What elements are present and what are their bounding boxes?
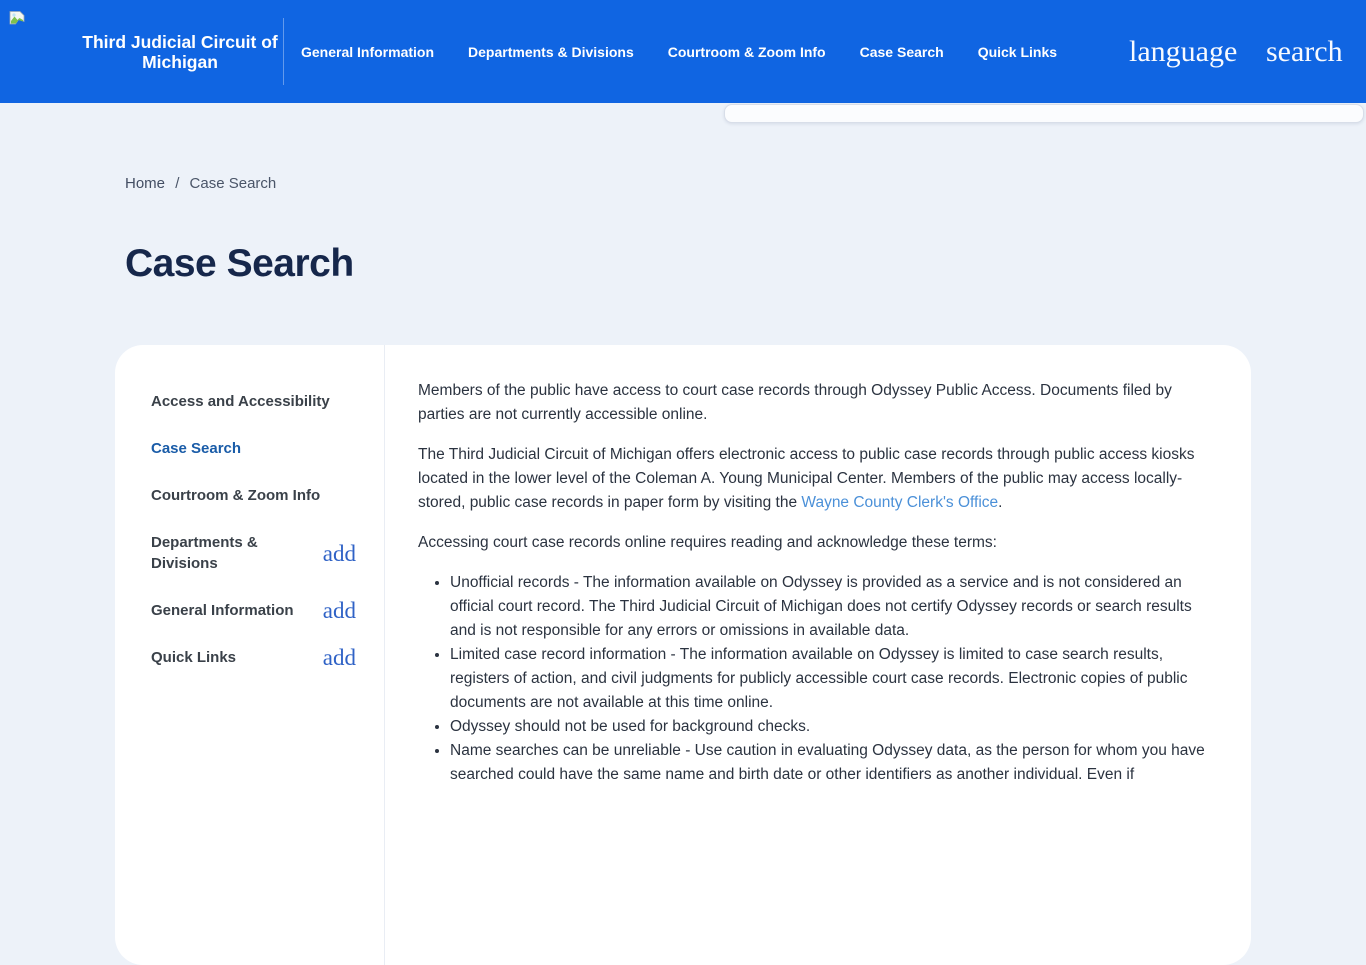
search-panel: [724, 104, 1364, 123]
sidebar-item-quick-links[interactable]: Quick Links add: [151, 647, 356, 668]
breadcrumb: Home / Case Search: [125, 175, 276, 192]
sidebar-item-access-accessibility[interactable]: Access and Accessibility: [151, 391, 356, 412]
term-name-searches: Name searches can be unreliable - Use ca…: [450, 739, 1221, 787]
terms-intro: Accessing court case records online requ…: [418, 531, 1221, 555]
kiosk-paragraph: The Third Judicial Circuit of Michigan o…: [418, 443, 1221, 515]
section-sidebar: Access and Accessibility Case Search Cou…: [115, 345, 385, 965]
broken-logo-image-icon[interactable]: [8, 10, 26, 28]
sidebar-item-label: Departments & Divisions: [151, 532, 306, 574]
sidebar-item-case-search[interactable]: Case Search: [151, 438, 356, 459]
breadcrumb-home-link[interactable]: Home: [125, 175, 165, 192]
term-limited-case-record: Limited case record information - The in…: [450, 643, 1221, 715]
header-divider: [283, 18, 284, 85]
sidebar-item-departments-divisions[interactable]: Departments & Divisions add: [151, 532, 356, 574]
terms-list: Unofficial records - The information ava…: [418, 571, 1221, 787]
kiosk-paragraph-period: .: [998, 494, 1002, 511]
nav-general-information[interactable]: General Information: [301, 44, 434, 60]
sidebar-item-label: Access and Accessibility: [151, 391, 330, 412]
site-title: Third Judicial Circuit of Michigan: [82, 0, 278, 103]
search-input[interactable]: [725, 106, 1363, 123]
main-content: Members of the public have access to cou…: [385, 345, 1251, 965]
add-expand-icon[interactable]: add: [323, 543, 356, 564]
breadcrumb-separator: /: [175, 175, 179, 192]
main-nav: General Information Departments & Divisi…: [301, 0, 1057, 103]
sidebar-item-label: Courtroom & Zoom Info: [151, 485, 320, 506]
intro-paragraph: Members of the public have access to cou…: [418, 379, 1221, 427]
add-expand-icon[interactable]: add: [323, 600, 356, 621]
language-icon[interactable]: language: [1129, 35, 1237, 69]
sidebar-item-general-information[interactable]: General Information add: [151, 600, 356, 621]
search-icon[interactable]: search: [1266, 35, 1343, 69]
nav-case-search[interactable]: Case Search: [860, 44, 944, 60]
add-expand-icon[interactable]: add: [323, 647, 356, 668]
sidebar-item-label: Case Search: [151, 438, 241, 459]
sidebar-item-label: General Information: [151, 600, 294, 621]
nav-departments-divisions[interactable]: Departments & Divisions: [468, 44, 634, 60]
term-unofficial-records: Unofficial records - The information ava…: [450, 571, 1221, 643]
breadcrumb-current: Case Search: [190, 175, 277, 192]
sidebar-item-courtroom-zoom-info[interactable]: Courtroom & Zoom Info: [151, 485, 356, 506]
sidebar-item-label: Quick Links: [151, 647, 236, 668]
content-card: Access and Accessibility Case Search Cou…: [115, 345, 1251, 965]
nav-courtroom-zoom-info[interactable]: Courtroom & Zoom Info: [668, 44, 826, 60]
term-background-checks: Odyssey should not be used for backgroun…: [450, 715, 1221, 739]
wayne-county-clerk-link[interactable]: Wayne County Clerk's Office: [801, 494, 998, 511]
nav-quick-links[interactable]: Quick Links: [978, 44, 1057, 60]
page-title: Case Search: [125, 242, 354, 286]
site-header: Third Judicial Circuit of Michigan Gener…: [0, 0, 1366, 103]
